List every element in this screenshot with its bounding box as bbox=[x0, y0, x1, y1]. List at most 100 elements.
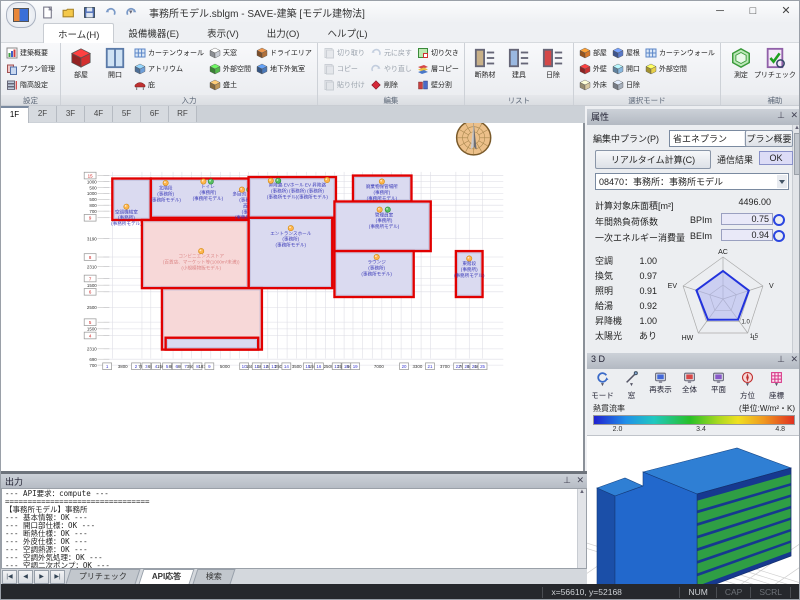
threed-tool-座標[interactable]: ▼座標 bbox=[763, 371, 790, 401]
output-log[interactable]: --- API要求：compute --- ==================… bbox=[1, 488, 587, 569]
ribbon-item-外部空間[interactable]: 外部空間 bbox=[643, 61, 717, 76]
room-elevator-block[interactable]: 昇降路 EVホール EV 昇降路(事務所) (事務所) (事務所)(事務所モデル… bbox=[249, 177, 336, 218]
threed-tool-方位[interactable]: ▼方位 bbox=[734, 371, 761, 401]
ribbon-item-外壁[interactable]: 外壁 bbox=[577, 61, 609, 76]
close-icon[interactable]: ✕ bbox=[790, 110, 798, 121]
comm-result-value: OK bbox=[759, 151, 793, 165]
room-manager-room[interactable]: 管理員室(事務所)(事務所モデル) bbox=[334, 201, 430, 251]
output-tab-検索[interactable]: 検索 bbox=[193, 569, 236, 584]
ribbon-item-プリチェック[interactable]: プリチェック bbox=[758, 45, 792, 80]
output-nav-button[interactable]: |◀ bbox=[2, 570, 17, 584]
ribbon-item-部屋[interactable]: 部屋 bbox=[64, 45, 98, 80]
radar-tick: 1.5 bbox=[750, 334, 759, 340]
output-nav-button[interactable]: ▶| bbox=[50, 570, 65, 584]
floor-tab-1F[interactable]: 1F bbox=[1, 106, 29, 124]
ribbon-item-日除[interactable]: 日除 bbox=[536, 45, 570, 80]
pin-icon[interactable]: ⊥ bbox=[563, 475, 571, 486]
plan-summary-button[interactable]: プラン概要 bbox=[745, 130, 793, 147]
output-scrollbar[interactable]: ▲ bbox=[577, 489, 586, 568]
ribbon-tab-2[interactable]: 表示(V) bbox=[193, 23, 253, 43]
open-folder-button[interactable] bbox=[60, 5, 77, 20]
floor-tab-6F[interactable]: 6F bbox=[141, 106, 169, 122]
maximize-button[interactable]: □ bbox=[738, 1, 768, 21]
ribbon-item-カーテンウォール[interactable]: カーテンウォール bbox=[643, 45, 717, 60]
ribbon-item-削除[interactable]: 削除 bbox=[368, 77, 414, 92]
floor-tab-5F[interactable]: 5F bbox=[113, 106, 141, 122]
output-nav-button[interactable]: ▶ bbox=[34, 570, 49, 584]
threed-tool-平面[interactable]: 平面 bbox=[705, 371, 732, 401]
output-nav-button[interactable]: ◀ bbox=[18, 570, 33, 584]
ribbon-item-階高設定[interactable]: 階高設定 bbox=[4, 77, 57, 92]
ribbon-item-屋根[interactable]: 屋根 bbox=[610, 45, 642, 60]
ribbon-item-アトリウム[interactable]: アトリウム bbox=[132, 61, 206, 76]
floor-plan[interactable]: 空調機械室(事務所)(事務所モデル)北階段(事務所)(事務所モデル)トイレ(事務… bbox=[1, 123, 585, 471]
floor-tab-4F[interactable]: 4F bbox=[85, 106, 113, 122]
ribbon-item-壁分割[interactable]: 壁分割 bbox=[415, 77, 461, 92]
ribbon-item-やり直し[interactable]: やり直し bbox=[368, 61, 414, 76]
ribbon-item-日除[interactable]: 日除 bbox=[610, 77, 642, 92]
ribbon-item-断熱材[interactable]: 断熱材 bbox=[468, 45, 502, 80]
redo-icon bbox=[370, 63, 382, 75]
pin-icon[interactable]: ⊥ bbox=[777, 110, 785, 121]
pin-icon[interactable]: ⊥ bbox=[777, 354, 785, 365]
ribbon-item-プラン管理[interactable]: プラン管理 bbox=[4, 61, 57, 76]
floor-tab-3F[interactable]: 3F bbox=[57, 106, 85, 122]
ribbon-item-盛土[interactable]: 盛土 bbox=[207, 77, 253, 92]
undo-button[interactable] bbox=[102, 5, 119, 20]
ribbon-item-部屋[interactable]: 部屋 bbox=[577, 45, 609, 60]
room-convenience-store[interactable]: コンビニエンスストア(百貨店、マーケット等(1000m²未満))(小規模物販モデ… bbox=[142, 220, 249, 288]
ribbon-item-外床[interactable]: 外床 bbox=[577, 77, 609, 92]
ribbon-item-カーテンウォール[interactable]: カーテンウォール bbox=[132, 45, 206, 60]
app-menu-button[interactable] bbox=[6, 2, 36, 28]
save-button[interactable] bbox=[81, 5, 98, 20]
ribbon-item-層コピー[interactable]: 層コピー bbox=[415, 61, 461, 76]
ribbon-tab-4[interactable]: ヘルプ(L) bbox=[313, 23, 381, 43]
ribbon-tab-0[interactable]: ホーム(H) bbox=[43, 23, 114, 44]
room-lounge[interactable]: ラウンジ(事務所)(事務所モデル) bbox=[334, 251, 413, 297]
ribbon-item-開口[interactable]: 開口 bbox=[610, 61, 642, 76]
minimize-button[interactable]: ─ bbox=[705, 1, 735, 21]
ribbon-item-天窓[interactable]: 天窓 bbox=[207, 45, 253, 60]
output-tab-プリチェック[interactable]: プリチェック bbox=[66, 569, 141, 584]
ribbon-item-開口[interactable]: 開口 bbox=[98, 45, 132, 80]
ribbon-item-貼り付け[interactable]: 貼り付け bbox=[321, 77, 367, 92]
properties-scrollbar[interactable]: ▲ bbox=[792, 125, 800, 355]
close-icon[interactable]: ✕ bbox=[576, 475, 584, 486]
ribbon-item-庇[interactable]: 庇 bbox=[132, 77, 206, 92]
close-icon[interactable]: ✕ bbox=[790, 354, 798, 365]
ribbon-item-建築概要[interactable]: 建築概要 bbox=[4, 45, 57, 60]
threed-tool-再表示[interactable]: 再表示 bbox=[647, 371, 674, 401]
new-file-button[interactable] bbox=[39, 5, 56, 20]
close-button[interactable]: ✕ bbox=[771, 1, 800, 21]
ribbon-item-測定[interactable]: 測定 bbox=[724, 45, 758, 80]
threed-tool-モード[interactable]: ▼モード bbox=[589, 371, 616, 401]
room-east-stair[interactable]: 東階段(事務所)(事務所モデル) bbox=[454, 251, 485, 297]
customize-arrow-icon[interactable]: ▾ bbox=[129, 8, 133, 16]
edit-plan-select[interactable]: 省エネプラン bbox=[669, 130, 756, 147]
resize-grip[interactable] bbox=[790, 587, 800, 598]
room-waste-storage[interactable]: 廃棄物保管場所(事務所)(事務所モデル) bbox=[353, 176, 411, 202]
floor-tab-2F[interactable]: 2F bbox=[29, 106, 57, 122]
ribbon-item-切り欠き[interactable]: 切り欠き bbox=[415, 45, 461, 60]
ribbon-tab-1[interactable]: 設備機器(E) bbox=[114, 23, 193, 43]
ribbon-item-検索[interactable]: 検索 bbox=[792, 45, 800, 80]
ribbon-item-元に戻す[interactable]: 元に戻す bbox=[368, 45, 414, 60]
drawing-canvas[interactable]: 空調機械室(事務所)(事務所モデル)北階段(事務所)(事務所モデル)トイレ(事務… bbox=[1, 123, 585, 471]
threed-tool-窓[interactable]: ▼窓 bbox=[618, 371, 645, 401]
ribbon-item-ドライエリア[interactable]: ドライエリア bbox=[254, 45, 314, 60]
metric-太陽光: 太陽光あり bbox=[595, 328, 657, 343]
ribbon-item-建具[interactable]: 建具 bbox=[502, 45, 536, 80]
model-select[interactable]: 08470：事務所：事務所モデル bbox=[595, 173, 789, 190]
ribbon-item-コピー[interactable]: コピー bbox=[321, 61, 367, 76]
ribbon-item-切り取り[interactable]: 切り取り bbox=[321, 45, 367, 60]
room-lower-band[interactable] bbox=[166, 338, 259, 350]
threed-tool-全体[interactable]: 全体 bbox=[676, 371, 703, 401]
room-entrance-hall[interactable]: エントランスホール(事務所)(事務所モデル) bbox=[249, 218, 333, 288]
ribbon-tab-3[interactable]: 出力(O) bbox=[253, 23, 314, 43]
output-tab-API応答[interactable]: API応答 bbox=[139, 569, 195, 584]
floor-tab-RF[interactable]: RF bbox=[169, 106, 197, 122]
threed-view[interactable] bbox=[587, 435, 800, 598]
realtime-calc-button[interactable]: リアルタイム計算(C) bbox=[595, 150, 711, 169]
ribbon-item-外部空間[interactable]: 外部空間 bbox=[207, 61, 253, 76]
ribbon-item-地下外気室[interactable]: 地下外気室 bbox=[254, 61, 314, 76]
